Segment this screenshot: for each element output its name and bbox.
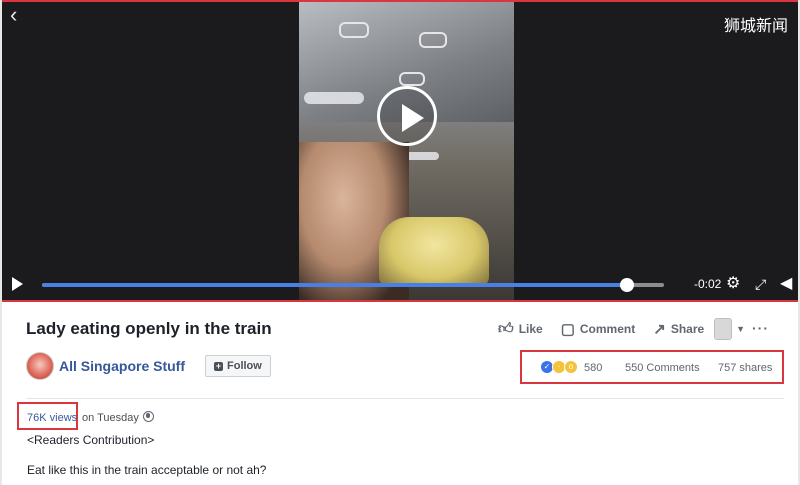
follow-button[interactable]: + Follow bbox=[205, 355, 271, 377]
video-player[interactable]: ‹ 狮城新闻 -0:02 ⚙ ⤢ ◀ bbox=[0, 0, 800, 302]
post-title: Lady eating openly in the train bbox=[26, 319, 272, 338]
share-as-avatar[interactable] bbox=[714, 318, 733, 340]
description-line: Eat like this in the train acceptable or… bbox=[27, 463, 267, 477]
description-line: <Readers Contribution> bbox=[27, 433, 155, 447]
page-info: All Singapore Stuff + Follow bbox=[26, 352, 271, 380]
thumbs-up-icon: 👍︎ bbox=[498, 320, 514, 337]
comment-label: Comment bbox=[579, 322, 636, 336]
globe-icon bbox=[143, 411, 154, 422]
reaction-icons[interactable]: ✓ · o bbox=[540, 360, 584, 376]
video-controls: -0:02 ⚙ ⤢ ◀ bbox=[2, 270, 798, 300]
avatar[interactable] bbox=[26, 352, 54, 380]
follow-label: Follow bbox=[227, 360, 262, 372]
more-options-icon[interactable]: ··· bbox=[752, 320, 769, 336]
volume-icon[interactable]: ◀ bbox=[780, 276, 792, 292]
view-count: 76K views bbox=[27, 412, 78, 424]
watermark: 狮城新闻 bbox=[723, 18, 788, 35]
share-label: Share bbox=[670, 322, 705, 336]
like-label: Like bbox=[518, 322, 543, 336]
seek-bar[interactable] bbox=[42, 278, 664, 292]
fullscreen-icon[interactable]: ⤢ bbox=[755, 276, 766, 292]
engagement-stats: ✓ · o 580 550 Comments 757 shares bbox=[520, 350, 784, 384]
like-button[interactable]: 👍︎ Like bbox=[498, 320, 543, 338]
comment-icon: ▢ bbox=[560, 321, 575, 338]
share-button[interactable]: ↗ Share bbox=[653, 320, 704, 338]
chevron-down-icon[interactable]: ▼ bbox=[736, 324, 745, 334]
wow-reaction-icon: o bbox=[564, 360, 578, 374]
divider bbox=[26, 398, 784, 399]
share-icon: ↗ bbox=[653, 321, 666, 338]
seek-progress bbox=[42, 283, 627, 287]
video-frame bbox=[299, 2, 514, 300]
play-icon bbox=[402, 104, 424, 132]
comment-button[interactable]: ▢ Comment bbox=[561, 320, 636, 338]
follow-icon: + bbox=[214, 360, 223, 371]
time-remaining: -0:02 bbox=[694, 277, 722, 291]
comment-count[interactable]: 550 Comments bbox=[625, 362, 700, 374]
back-arrow-icon[interactable]: ‹ bbox=[10, 4, 17, 26]
share-count[interactable]: 757 shares bbox=[718, 362, 772, 374]
reaction-count[interactable]: 580 bbox=[584, 362, 602, 374]
post-time[interactable]: on Tuesday bbox=[82, 412, 139, 424]
settings-icon[interactable]: ⚙ bbox=[726, 276, 740, 292]
post-actions: 👍︎ Like ▢ Comment ↗ Share ▼ bbox=[498, 318, 745, 340]
play-button[interactable] bbox=[377, 86, 437, 146]
seek-handle[interactable] bbox=[619, 278, 634, 292]
play-pause-icon[interactable] bbox=[12, 277, 23, 291]
page-name-link[interactable]: All Singapore Stuff bbox=[59, 358, 185, 374]
